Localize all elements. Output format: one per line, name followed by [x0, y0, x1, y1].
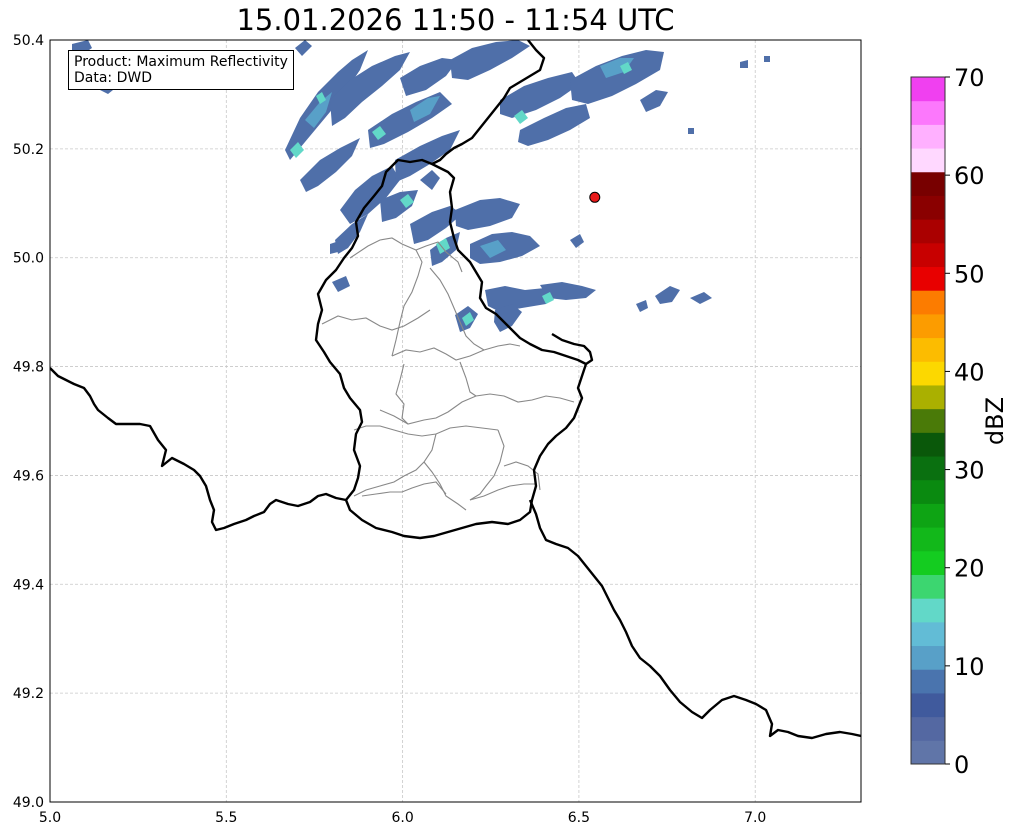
colorbar-swatch: [911, 242, 945, 268]
colorbar-swatch: [911, 479, 945, 504]
colorbar-swatch: [911, 456, 945, 481]
colorbar-swatch: [911, 716, 945, 741]
colorbar-tick-label: 10: [954, 653, 985, 681]
colorbar-tick-label: 30: [954, 457, 985, 485]
colorbar: 0 10 20 30 40 50 60 70 dBZ: [910, 64, 1009, 779]
colorbar-swatch: [911, 550, 945, 575]
colorbar-swatch: [911, 408, 945, 433]
colorbar-swatch: [911, 290, 945, 315]
colorbar-tick-label: 0: [954, 751, 969, 779]
colorbar-swatch: [911, 384, 945, 410]
colorbar-swatch: [911, 148, 945, 173]
colorbar-swatch: [911, 219, 945, 244]
colorbar-swatch: [911, 621, 945, 647]
colorbar-swatch: [911, 77, 945, 102]
colorbar-swatches: [911, 77, 945, 765]
colorbar-swatch: [911, 574, 945, 599]
colorbar-swatch: [911, 195, 945, 220]
colorbar-swatch: [911, 171, 945, 196]
colorbar-label: dBZ: [981, 397, 1009, 445]
colorbar-swatch: [911, 598, 945, 623]
colorbar-swatch: [911, 337, 945, 362]
colorbar-swatch: [911, 740, 945, 765]
colorbar-swatch: [911, 527, 945, 552]
colorbar-swatch: [911, 503, 945, 528]
colorbar-tick-label: 70: [954, 64, 985, 92]
colorbar-swatch: [911, 692, 945, 718]
colorbar-swatch: [911, 361, 945, 386]
colorbar-tick-label: 60: [954, 162, 985, 190]
colorbar-swatch: [911, 645, 945, 670]
colorbar-swatch: [911, 313, 945, 339]
colorbar-swatch: [911, 124, 945, 149]
colorbar-swatch: [911, 432, 945, 457]
colorbar-tick-label: 20: [954, 555, 985, 583]
colorbar-swatch: [911, 266, 945, 291]
colorbar-tick-label: 50: [954, 260, 985, 288]
colorbar-swatch: [911, 669, 945, 694]
colorbar-ticks: 0 10 20 30 40 50 60 70: [945, 64, 985, 779]
colorbar-tick-label: 40: [954, 358, 985, 386]
colorbar-swatch: [911, 100, 945, 125]
